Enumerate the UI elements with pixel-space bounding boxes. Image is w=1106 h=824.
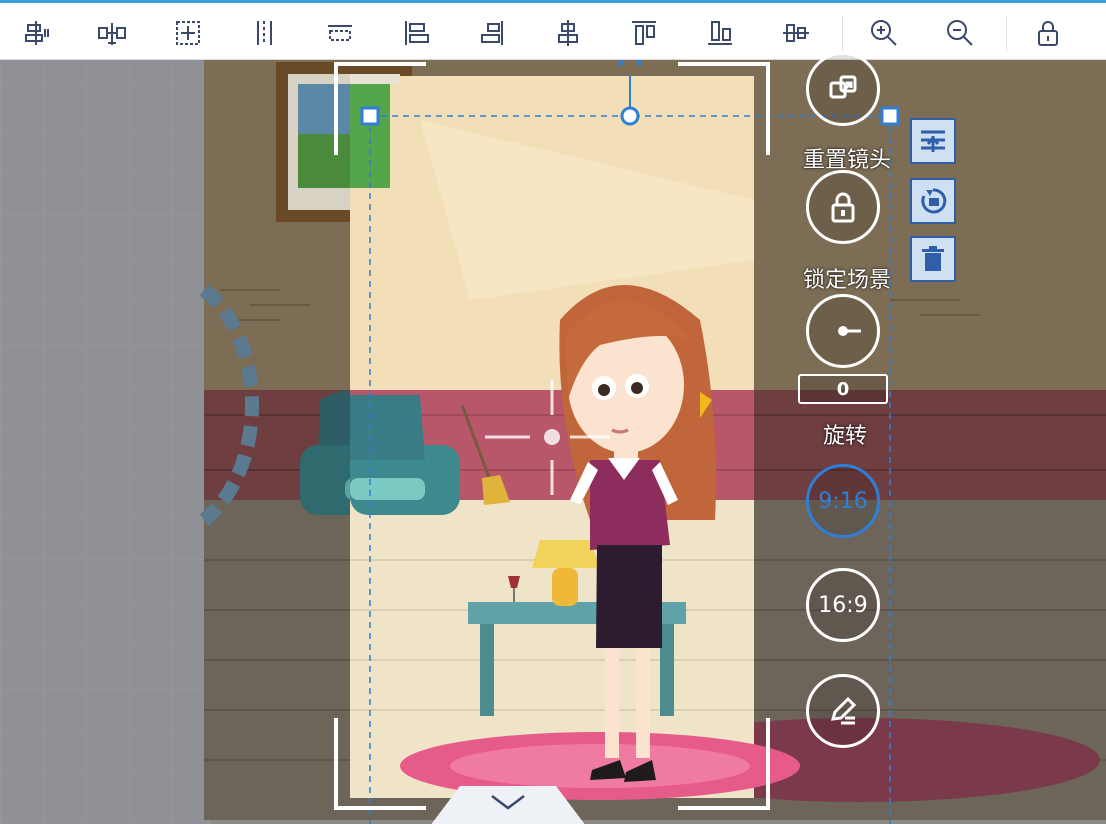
reset-camera-label: 重置镜头 xyxy=(803,148,892,173)
trash-icon xyxy=(922,246,944,271)
align-top-button[interactable] xyxy=(624,13,664,53)
lock-scene-label: 锁定场景 xyxy=(803,268,892,293)
alignment-toolbar xyxy=(0,0,1106,60)
distribute-vertical-icon xyxy=(328,25,352,41)
rotate-dial[interactable] xyxy=(806,294,880,368)
zoom-out-icon xyxy=(947,20,973,46)
ratio-9-16-button[interactable]: 9:16 xyxy=(806,464,880,538)
align-middle-icon xyxy=(783,24,809,42)
edit-button[interactable] xyxy=(806,674,880,748)
distribute-horizontal-button[interactable] xyxy=(244,13,284,53)
rotate-dial-icon xyxy=(838,326,861,336)
align-left-edge-icon xyxy=(25,21,49,45)
stage-canvas[interactable] xyxy=(0,60,1106,824)
flip-button[interactable] xyxy=(910,178,956,224)
zoom-in-icon xyxy=(871,20,897,46)
align-bottom-button[interactable] xyxy=(700,13,740,53)
flip-icon xyxy=(921,188,947,214)
chevron-down-icon xyxy=(431,786,585,824)
align-horizontal-center-button[interactable] xyxy=(92,13,132,53)
align-right-button[interactable] xyxy=(472,13,512,53)
align-left-button[interactable] xyxy=(396,13,436,53)
toolbar-divider xyxy=(1006,15,1007,51)
ratio-9-16-label: 9:16 xyxy=(818,488,868,514)
resize-handle xyxy=(880,106,900,126)
ratio-16-9-label: 16:9 xyxy=(818,592,868,618)
rotation-input[interactable] xyxy=(798,374,888,404)
toolbar-divider xyxy=(842,15,843,51)
reset-camera-icon xyxy=(829,75,857,99)
align-center-vertical-button[interactable] xyxy=(548,13,588,53)
layer-order-button[interactable] xyxy=(910,118,956,164)
lock-button[interactable] xyxy=(1028,13,1068,53)
distribute-grid-icon xyxy=(176,21,200,45)
align-horizontal-center-icon xyxy=(98,23,126,45)
align-middle-button[interactable] xyxy=(776,13,816,53)
zoom-out-button[interactable] xyxy=(940,13,980,53)
distribute-grid-button[interactable] xyxy=(168,13,208,53)
lock-icon xyxy=(831,192,855,223)
distribute-horizontal-icon xyxy=(257,21,272,45)
align-center-vertical-icon xyxy=(558,20,578,46)
collapse-timeline-tab[interactable] xyxy=(430,786,586,824)
ratio-16-9-button[interactable]: 16:9 xyxy=(806,568,880,642)
lock-scene-button[interactable] xyxy=(806,170,880,244)
distribute-vertical-button[interactable] xyxy=(320,13,360,53)
align-right-icon xyxy=(481,21,503,45)
layer-order-icon xyxy=(921,130,945,152)
rotate-label: 旋转 xyxy=(823,424,868,449)
reset-camera-button[interactable] xyxy=(806,52,880,126)
align-bottom-icon xyxy=(708,21,732,45)
scene-artwork xyxy=(0,60,1106,824)
resize-handle xyxy=(360,106,380,126)
align-left-icon xyxy=(405,21,429,45)
lock-icon xyxy=(1038,21,1058,46)
pencil-icon xyxy=(830,696,857,725)
delete-button[interactable] xyxy=(910,236,956,282)
align-top-icon xyxy=(632,21,656,45)
align-left-edge-button[interactable] xyxy=(16,13,56,53)
zoom-in-button[interactable] xyxy=(864,13,904,53)
